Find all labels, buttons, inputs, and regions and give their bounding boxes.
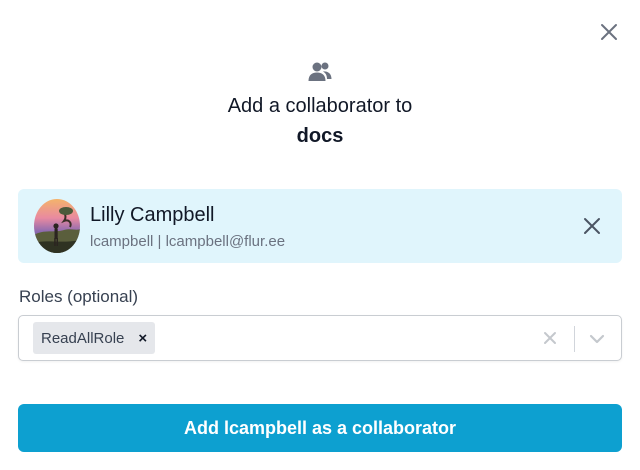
role-chip-remove-button[interactable]: × <box>138 331 147 346</box>
role-chip: ReadAllRole × <box>33 322 156 354</box>
roles-multiselect[interactable]: ReadAllRole × <box>18 315 622 361</box>
roles-label: Roles (optional) <box>19 287 139 306</box>
dialog-title: Add a collaborator to <box>227 95 413 117</box>
select-divider <box>574 326 575 352</box>
add-collaborator-dialog: Add a collaborator to docs Lilly Campbel… <box>0 0 640 470</box>
repository-name: docs <box>296 125 344 147</box>
users-icon <box>307 60 333 84</box>
chevron-down-icon[interactable] <box>587 329 607 349</box>
dialog-header: Add a collaborator to docs <box>0 60 640 149</box>
clear-icon[interactable] <box>541 329 559 347</box>
close-icon <box>601 24 617 40</box>
user-username-email: lcampbell | lcampbell@flur.ee <box>90 233 286 250</box>
user-full-name: Lilly Campbell <box>90 204 215 226</box>
remove-user-button[interactable] <box>580 214 604 238</box>
avatar <box>34 199 80 253</box>
role-chip-label: ReadAllRole <box>41 329 125 347</box>
close-dialog-button[interactable] <box>597 20 621 44</box>
close-icon <box>584 218 600 234</box>
add-collaborator-button[interactable]: Add lcampbell as a collaborator <box>18 404 622 452</box>
selected-user-card: Lilly Campbell lcampbell | lcampbell@flu… <box>18 189 622 263</box>
